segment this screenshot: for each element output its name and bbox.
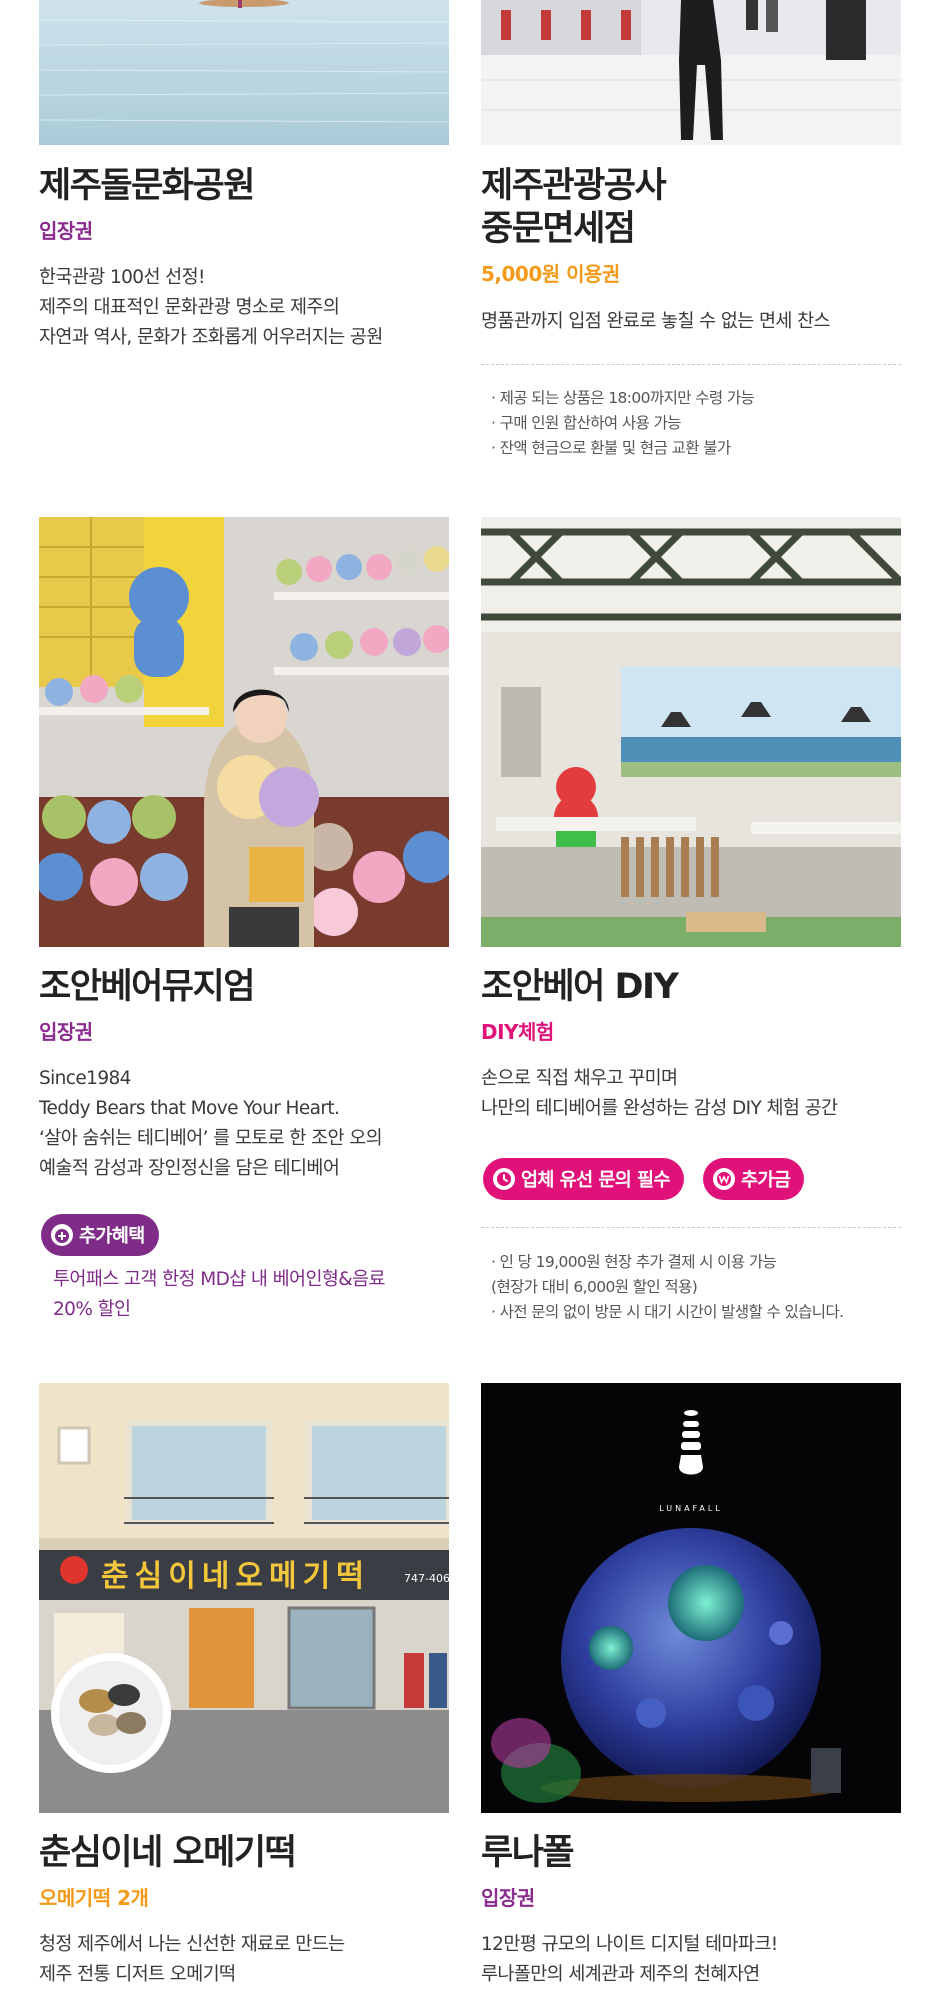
card-title: 제주관광공사 중문면세점 [481, 166, 667, 249]
shop-sign-text: 춘심이네오메기떡 [101, 1559, 370, 1594]
lunafall-photo: LUNAFALL [481, 1383, 901, 1813]
teddy-bear-museum-photo [39, 517, 449, 947]
card-description: 명품관까지 입점 완료로 놓칠 수 없는 면세 찬스 [481, 311, 831, 332]
clock-icon [493, 1168, 515, 1190]
card-subtitle: 입장권 [39, 1020, 93, 1044]
divider [481, 364, 901, 365]
card-description: Since1984 Teddy Bears that Move Your Hear… [39, 1068, 383, 1179]
card-title: 춘심이네 오메기떡 [39, 1833, 297, 1873]
shop-sign-phone: 747-4060 [404, 1572, 449, 1585]
card-notes: · 인 당 19,000원 현장 추가 결제 시 이용 가능 (현장가 대비 6… [491, 1253, 844, 1321]
card-notes: · 제공 되는 상품은 18:00까지만 수령 가능 · 구매 인원 합산하여 사… [491, 389, 755, 457]
card-subtitle: DIY체험 [481, 1020, 554, 1044]
card-description: 한국관광 100선 선정! 제주의 대표적인 문화관광 명소로 제주의 자연과 역사… [39, 267, 383, 348]
card-title: 루나폴 [481, 1833, 575, 1873]
card-subtitle: 오메기떡 2개 [39, 1886, 149, 1910]
card-description: 12만평 규모의 나이트 디지털 테마파크! 루나폴만의 세계관과 제주의 천혜자… [481, 1934, 778, 1985]
card-title: 조안베어뮤지엄 [39, 967, 255, 1007]
extra-benefit-text: 투어패스 고객 한정 MD샵 내 베어인형&음료 20% 할인 [53, 1269, 386, 1320]
extra-fee-badge: 추가금 [703, 1158, 805, 1200]
phone-inquiry-badge: 업체 유선 문의 필수 [483, 1158, 684, 1200]
card-title: 제주돌문화공원 [39, 166, 255, 206]
sea-photo [39, 0, 449, 145]
plus-coin-icon [51, 1224, 73, 1246]
diy-workshop-photo [481, 517, 901, 947]
card-description: 청정 제주에서 나는 신선한 재료로 만드는 제주 전통 디저트 오메기떡 [39, 1934, 345, 1985]
extra-benefit-badge: 추가혜택 [41, 1214, 159, 1256]
divider [481, 1227, 901, 1228]
omegi-shop-photo: 춘심이네오메기떡 747-4060 [39, 1383, 449, 1813]
card-subtitle: 5,000원 이용권 [481, 262, 620, 286]
card-subtitle: 입장권 [481, 1886, 535, 1910]
card-description: 손으로 직접 채우고 꾸미며 나만의 테디베어를 완성하는 감성 DIY 체험 공… [481, 1068, 838, 1119]
lunafall-logo-text: LUNAFALL [659, 1504, 723, 1513]
duty-free-photo [481, 0, 901, 145]
won-coin-icon [713, 1168, 735, 1190]
card-title: 조안베어 DIY [481, 967, 679, 1007]
card-subtitle: 입장권 [39, 219, 93, 243]
